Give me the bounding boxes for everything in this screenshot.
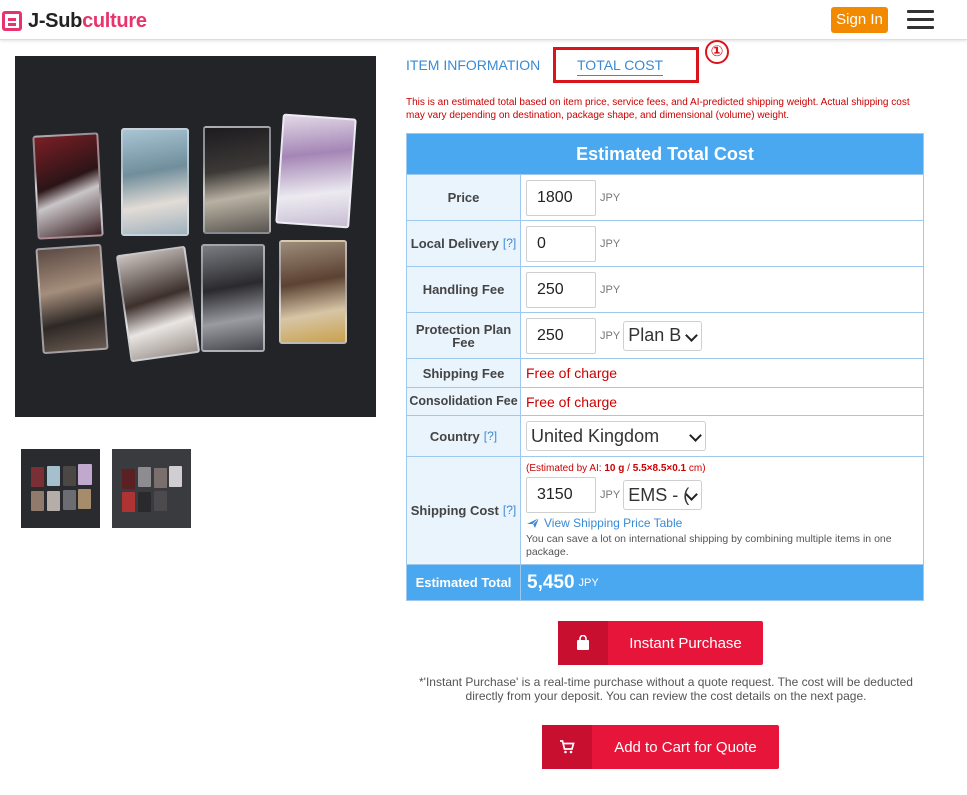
consolidation-fee-value: Free of charge bbox=[526, 393, 618, 410]
shipping-fee-value: Free of charge bbox=[526, 365, 618, 381]
handling-fee-label: Handling Fee bbox=[407, 267, 521, 312]
price-input[interactable]: 1800 bbox=[526, 179, 596, 216]
protection-plan-label: Protection Plan Fee bbox=[407, 313, 521, 358]
shipping-fee-label: Shipping Fee bbox=[407, 359, 521, 387]
add-to-cart-button[interactable]: Add to Cart for Quote bbox=[542, 725, 779, 769]
handling-fee-unit: JPY bbox=[600, 283, 621, 296]
table-title: Estimated Total Cost bbox=[407, 134, 923, 174]
protection-plan-row: Protection Plan Fee 250 JPY Plan B bbox=[407, 312, 923, 358]
logo-icon bbox=[2, 11, 22, 31]
site-header: J-Subculture Sign In bbox=[0, 0, 967, 40]
estimated-total-label: Estimated Total bbox=[407, 565, 521, 600]
shipping-cost-help-link[interactable]: [?] bbox=[503, 504, 516, 517]
menu-icon[interactable] bbox=[907, 10, 934, 30]
cart-icon bbox=[542, 725, 592, 769]
ai-estimate-text: (Estimated by AI: 10 g / 5.5×8.5×0.1 cm) bbox=[526, 463, 706, 474]
price-label: Price bbox=[407, 175, 521, 220]
cost-table: Estimated Total Cost Price 1800 JPY Loca… bbox=[406, 133, 924, 601]
country-label: Country [?] bbox=[407, 416, 521, 456]
thumbnail-1[interactable] bbox=[21, 449, 100, 528]
country-select[interactable]: United Kingdom bbox=[526, 421, 706, 451]
local-delivery-row: Local Delivery [?] 0 JPY bbox=[407, 220, 923, 266]
consolidation-fee-row: Consolidation Fee Free of charge bbox=[407, 387, 923, 415]
estimate-note: This is an estimated total based on item… bbox=[406, 97, 910, 121]
instant-purchase-note: *'Instant Purchase' is a real-time purch… bbox=[419, 675, 913, 703]
tab-total-cost[interactable]: TOTAL COST bbox=[577, 57, 664, 76]
handling-fee-row: Handling Fee 250 JPY bbox=[407, 266, 923, 312]
shipping-cost-row: Shipping Cost [?] (Estimated by AI: 10 g … bbox=[407, 456, 923, 564]
chevron-down-icon bbox=[689, 429, 702, 442]
local-delivery-unit: JPY bbox=[600, 237, 621, 250]
sign-in-button[interactable]: Sign In bbox=[831, 7, 888, 33]
protection-fee-unit: JPY bbox=[600, 329, 621, 342]
country-row: Country [?] United Kingdom bbox=[407, 415, 923, 456]
local-delivery-label: Local Delivery [?] bbox=[407, 221, 521, 266]
instant-purchase-button[interactable]: Instant Purchase bbox=[558, 621, 763, 665]
airplane-icon bbox=[527, 517, 540, 528]
thumbnail-2[interactable] bbox=[112, 449, 191, 528]
chevron-down-icon bbox=[685, 328, 699, 342]
logo-text: J-Subculture bbox=[28, 9, 147, 32]
shipping-cost-input[interactable]: 3150 bbox=[526, 477, 596, 513]
main-product-image[interactable] bbox=[15, 56, 376, 417]
protection-plan-select[interactable]: Plan B bbox=[623, 320, 703, 351]
shipping-cost-label: Shipping Cost [?] bbox=[407, 457, 521, 564]
local-delivery-help-link[interactable]: [?] bbox=[503, 237, 516, 250]
shipping-fee-row: Shipping Fee Free of charge bbox=[407, 358, 923, 387]
tab-item-information[interactable]: ITEM INFORMATION bbox=[406, 57, 540, 73]
shipping-hint: You can save a lot on international ship… bbox=[526, 533, 892, 558]
local-delivery-input[interactable]: 0 bbox=[526, 225, 596, 262]
price-row: Price 1800 JPY bbox=[407, 174, 923, 220]
shipping-method-select[interactable]: EMS - ( bbox=[623, 480, 703, 510]
estimated-total-row: Estimated Total 5,450 JPY bbox=[407, 564, 923, 600]
shopping-bag-icon bbox=[558, 621, 608, 665]
annotation-badge: ① bbox=[705, 40, 729, 64]
handling-fee-input[interactable]: 250 bbox=[526, 271, 596, 308]
shipping-cost-unit: JPY bbox=[600, 489, 621, 501]
estimated-total-value: 5,450 JPY bbox=[521, 565, 923, 600]
price-unit: JPY bbox=[600, 191, 621, 204]
protection-fee-input[interactable]: 250 bbox=[526, 317, 596, 354]
country-help-link[interactable]: [?] bbox=[484, 429, 497, 443]
site-logo[interactable]: J-Subculture bbox=[2, 9, 147, 33]
view-shipping-price-table-link[interactable]: View Shipping Price Table bbox=[526, 516, 923, 530]
consolidation-fee-label: Consolidation Fee bbox=[407, 388, 521, 415]
